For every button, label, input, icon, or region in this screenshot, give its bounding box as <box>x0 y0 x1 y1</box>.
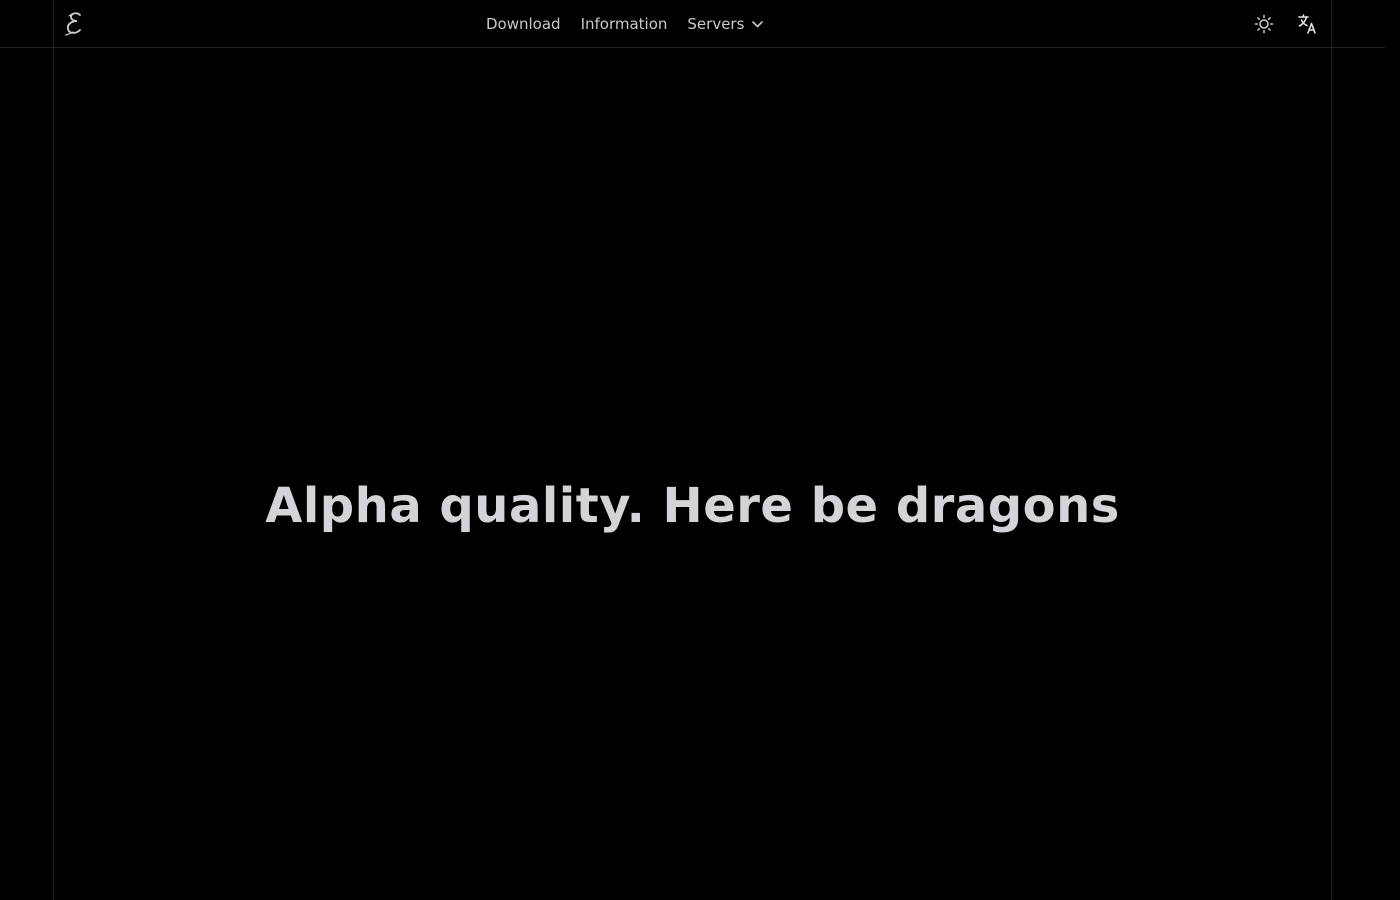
nav-download-link[interactable]: Download <box>486 15 561 33</box>
nav-information-link[interactable]: Information <box>581 15 668 33</box>
hero-headline: Alpha quality. Here be dragons <box>265 478 1120 535</box>
nav-servers-dropdown[interactable]: Servers <box>687 15 764 33</box>
top-navbar: Download Information Servers <box>0 0 1385 48</box>
theme-toggle-button[interactable] <box>1252 12 1276 36</box>
sun-icon <box>1254 14 1274 34</box>
language-button[interactable] <box>1296 12 1320 36</box>
chevron-down-icon <box>752 21 764 28</box>
translate-icon <box>1298 14 1316 34</box>
site-logo[interactable] <box>63 10 87 38</box>
main-nav: Download Information Servers <box>486 0 783 48</box>
script-e-logo-icon <box>65 12 81 36</box>
page-frame <box>53 0 1332 900</box>
nav-servers-label: Servers <box>687 15 745 33</box>
